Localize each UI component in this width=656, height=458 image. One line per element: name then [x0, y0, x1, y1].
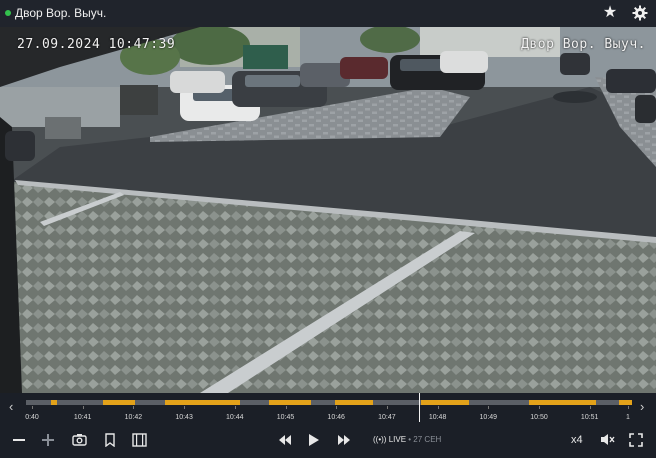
minus-icon[interactable] [12, 433, 26, 450]
bookmark-icon[interactable] [104, 433, 116, 450]
recording-segment [529, 400, 596, 405]
timeline-tick-label: 10:46 [327, 414, 345, 421]
recording-segment [619, 400, 632, 405]
fast-forward-icon[interactable] [337, 433, 351, 449]
timeline-tick-label: 1 [626, 414, 630, 421]
status-indicator [5, 10, 11, 16]
playback-controls: ((•)) LIVE • 27 СЕН x4 [0, 423, 656, 458]
recording-segment [269, 400, 311, 405]
recording-segment [165, 400, 240, 405]
gear-icon[interactable] [630, 3, 650, 23]
mute-icon[interactable] [600, 433, 615, 449]
timeline-back-arrow[interactable]: ‹ [9, 399, 13, 414]
timeline-tick-mark [184, 406, 186, 409]
osd-datetime: 27.09.2024 10:47:39 [17, 37, 176, 52]
live-signal-icon: ((•)) [373, 435, 387, 444]
timeline-tick-mark [133, 406, 135, 409]
timeline-tick-label: 10:47 [378, 414, 396, 421]
timeline-tick-mark [386, 406, 388, 409]
timeline-tick-mark [82, 406, 84, 409]
timeline-tick-mark [437, 406, 439, 409]
camera-scene [0, 27, 656, 393]
recording-segment [421, 400, 469, 405]
fullscreen-icon[interactable] [629, 433, 643, 450]
live-label: LIVE [388, 435, 407, 444]
timeline-tick-label: 10:43 [175, 414, 193, 421]
live-date: • 27 СЕН [408, 435, 442, 444]
video-view[interactable]: 27.09.2024 10:47:39 Двор Вор. Выуч. [0, 27, 656, 393]
timeline-track[interactable] [26, 400, 632, 405]
play-icon[interactable] [308, 433, 320, 450]
timeline-tick-mark [336, 406, 338, 409]
timeline-tick-label: 10:49 [479, 414, 498, 421]
recording-segment [103, 400, 135, 405]
osd-camera-name: Двор Вор. Выуч. [521, 37, 646, 52]
timeline-tick-mark [234, 406, 236, 409]
camera-icon[interactable] [72, 433, 87, 449]
top-bar: Двор Вор. Выуч. ★ [0, 0, 656, 27]
timeline-tick-label: 10:50 [530, 414, 548, 421]
timeline[interactable]: ‹ › 0:40 10:41 10:42 10:43 10:44 10:45 10:46 10… [0, 393, 656, 423]
timeline-tick-mark [589, 406, 591, 409]
timeline-tick-label: 10:44 [226, 414, 244, 421]
timeline-tick-label: 10:41 [73, 414, 92, 421]
timeline-tick-mark [628, 406, 629, 409]
speed-button[interactable]: x4 [571, 434, 583, 446]
plus-icon[interactable] [41, 433, 55, 450]
film-icon[interactable] [132, 433, 147, 450]
timeline-tick-mark [285, 406, 287, 409]
timeline-tick-label: 10:45 [276, 414, 295, 421]
timeline-tick-label: 0:40 [25, 414, 39, 421]
timeline-tick-mark [32, 406, 33, 409]
timeline-tick-label: 10:51 [580, 414, 599, 421]
timeline-tick-mark [539, 406, 540, 409]
timeline-tick-label: 10:42 [124, 414, 143, 421]
timeline-forward-arrow[interactable]: › [640, 399, 644, 414]
timeline-tick-mark [488, 406, 490, 409]
recording-segment [51, 400, 57, 405]
camera-title: Двор Вор. Выуч. [15, 6, 107, 20]
timeline-tick-label: 10:48 [428, 414, 447, 421]
star-icon[interactable]: ★ [600, 3, 620, 23]
rewind-icon[interactable] [278, 433, 292, 449]
recording-segment [335, 400, 373, 405]
timeline-playhead[interactable] [419, 393, 420, 422]
live-indicator[interactable]: ((•)) LIVE • 27 СЕН [373, 435, 441, 444]
